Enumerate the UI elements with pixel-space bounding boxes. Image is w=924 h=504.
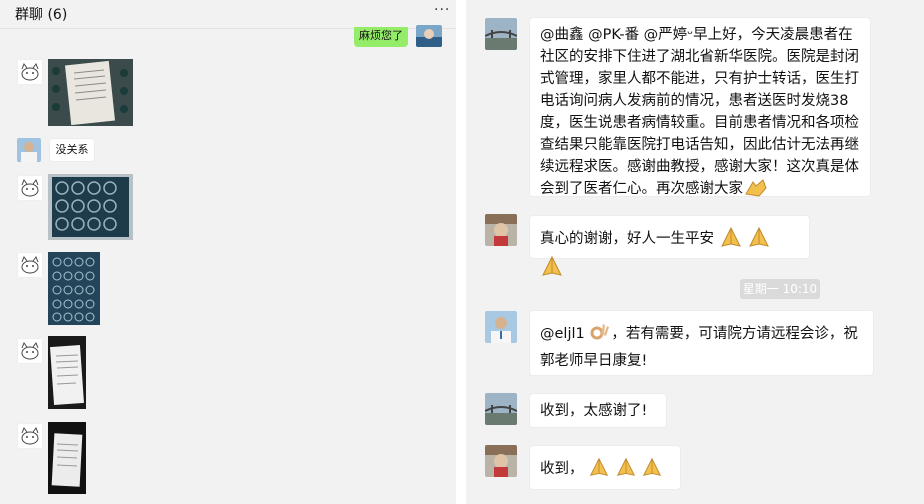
image-message-4[interactable] (48, 336, 86, 409)
incoming-bubble[interactable]: 真心的谢谢，好人一生平安 (529, 215, 810, 276)
ok-hand-icon (589, 321, 611, 350)
person-avatar-image (485, 445, 517, 477)
chat-header: 群聊 (6) ··· (0, 0, 456, 29)
doctor-avatar[interactable] (17, 138, 41, 162)
cat-avatar[interactable] (17, 252, 43, 278)
praying-hands-icon (540, 255, 564, 284)
cat-avatar-image (17, 175, 43, 201)
doctor-avatar-image (17, 138, 41, 162)
bridge-avatar[interactable] (485, 393, 517, 425)
scan-film-photo (48, 174, 133, 240)
image-message-1[interactable] (48, 59, 133, 126)
document-photo (48, 59, 133, 126)
incoming-bubble[interactable]: 收到， (529, 445, 681, 490)
cat-avatar-image (17, 338, 43, 364)
bridge-avatar[interactable] (485, 18, 517, 50)
clapping-hands-icon (743, 178, 769, 205)
doctor-avatar-image (485, 311, 517, 343)
incoming-bubble[interactable]: 收到，太感谢了! (529, 393, 667, 428)
person-avatar[interactable] (485, 214, 517, 246)
group-title: 群聊 (6) (15, 7, 68, 23)
image-message-5[interactable] (48, 422, 86, 494)
report-photo (48, 422, 86, 494)
chat-history-left[interactable]: 群聊 (6) ··· 麻烦您了 没关系 (0, 0, 456, 504)
praying-hands-icon (615, 456, 637, 485)
bridge-avatar-image (485, 18, 517, 50)
cat-avatar[interactable] (17, 338, 43, 364)
cat-avatar-image (17, 59, 43, 85)
image-message-3[interactable] (48, 252, 100, 325)
image-message-2[interactable] (48, 174, 133, 240)
cat-avatar[interactable] (17, 423, 43, 449)
message-text: 收到，太感谢了! (540, 403, 648, 419)
incoming-text: 没关系 (55, 143, 89, 156)
cat-avatar-image (17, 423, 43, 449)
doctor-avatar[interactable] (485, 311, 517, 343)
cat-avatar[interactable] (17, 175, 43, 201)
ct-scan-photo (48, 252, 100, 325)
more-icon[interactable]: ··· (434, 2, 450, 18)
self-avatar[interactable] (416, 25, 442, 47)
message-text: 真心的谢谢，好人一生平安 (540, 231, 714, 247)
incoming-bubble[interactable]: @eljl1 ，若有需要，可请院方请远程会诊，祝郭老师早日康复! (529, 310, 874, 376)
message-text: ，若有需要，可请院方请远程会诊，祝郭老师早日康复! (540, 326, 858, 369)
outgoing-text: 麻烦您了 (359, 29, 403, 42)
praying-hands-icon (588, 456, 610, 485)
timestamp-text: 星期一 10:10 (742, 282, 818, 296)
message-text: 收到， (540, 461, 584, 477)
chat-history-right[interactable]: @曲鑫 @PK-番 @严婷ᵕ早上好，今天凌晨患者在社区的安排下住进了湖北省新华医… (466, 0, 924, 504)
praying-hands-icon (719, 226, 743, 255)
incoming-bubble[interactable]: @曲鑫 @PK-番 @严婷ᵕ早上好，今天凌晨患者在社区的安排下住进了湖北省新华医… (529, 17, 871, 197)
praying-hands-icon (747, 226, 771, 255)
incoming-bubble[interactable]: 没关系 (49, 138, 95, 162)
timestamp-divider: 星期一 10:10 (740, 279, 820, 299)
report-photo (48, 336, 86, 409)
cat-avatar[interactable] (17, 59, 43, 85)
self-avatar-image (416, 25, 442, 47)
person-avatar[interactable] (485, 445, 517, 477)
cat-avatar-image (17, 252, 43, 278)
bridge-avatar-image (485, 393, 517, 425)
outgoing-bubble[interactable]: 麻烦您了 (354, 27, 408, 47)
praying-hands-icon (641, 456, 663, 485)
message-text: @曲鑫 @PK-番 @严婷ᵕ早上好，今天凌晨患者在社区的安排下住进了湖北省新华医… (540, 27, 859, 197)
person-avatar-image (485, 214, 517, 246)
message-mention: @eljl1 (540, 326, 585, 342)
